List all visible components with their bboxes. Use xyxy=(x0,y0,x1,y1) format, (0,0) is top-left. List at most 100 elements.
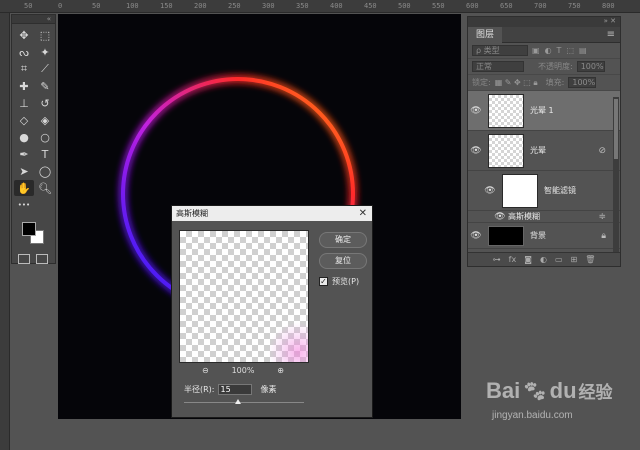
magic-wand-icon[interactable]: ✦ xyxy=(35,44,55,60)
radius-slider-knob[interactable] xyxy=(235,399,241,404)
preview-glow xyxy=(268,322,308,362)
marquee-icon[interactable]: ⬚ xyxy=(35,27,55,43)
move-icon[interactable]: ✥ xyxy=(14,27,34,43)
layer-row-glow-1[interactable]: 👁︎ 光晕 1 xyxy=(468,91,620,131)
type-filter-icon[interactable]: T xyxy=(557,46,562,55)
ellipse-icon[interactable]: ◯ xyxy=(35,163,55,179)
shape-filter-icon[interactable]: ⬚ xyxy=(566,46,574,55)
radius-slider[interactable] xyxy=(184,399,304,404)
baidu-watermark: Bai 🐾︎ du 经验 jingyan.baidu.com xyxy=(486,378,616,440)
delete-layer-icon[interactable]: 🗑︎ xyxy=(585,255,595,264)
new-layer-icon[interactable]: ⊞ xyxy=(571,255,578,264)
ruler-tick: 150 xyxy=(160,2,173,10)
hand-icon[interactable]: ✋ xyxy=(14,180,34,196)
eraser-icon[interactable]: ◇ xyxy=(14,112,34,128)
blur-preview[interactable] xyxy=(179,230,309,363)
blur-icon[interactable]: ● xyxy=(14,129,34,145)
filter-options-icon[interactable]: ≑ xyxy=(598,212,606,222)
fx-icon[interactable]: fx xyxy=(509,255,517,264)
lock-label: 锁定: xyxy=(472,78,491,87)
opacity-input[interactable]: 100% xyxy=(576,61,605,72)
ruler-tick: 550 xyxy=(432,2,445,10)
adjustment-filter-icon[interactable]: ◐ xyxy=(545,46,552,55)
path-selection-icon[interactable]: ➤ xyxy=(14,163,34,179)
toolbox-header[interactable]: « xyxy=(12,15,55,24)
history-brush-icon[interactable]: ↺ xyxy=(35,95,55,111)
ruler-tick: 50 xyxy=(24,2,33,10)
opacity-label: 不透明度: xyxy=(538,62,573,71)
add-mask-icon[interactable]: ◙ xyxy=(524,255,532,264)
kind-filter-label: 类型 xyxy=(483,46,500,55)
brush-icon[interactable]: ✎ xyxy=(35,78,55,94)
zoom-in-icon[interactable]: ⊕ xyxy=(277,366,284,375)
fill-input[interactable]: 100% xyxy=(568,77,597,88)
panel-menu-icon[interactable]: ≡ xyxy=(607,29,615,40)
dialog-title-bar[interactable]: 高斯模糊 ✕ xyxy=(172,206,372,221)
visibility-eye-icon[interactable]: 👁︎ xyxy=(492,212,508,222)
zoom-out-icon[interactable]: ⊖ xyxy=(202,366,209,375)
quick-mask-icon[interactable] xyxy=(18,254,30,264)
ruler-tick: 700 xyxy=(534,2,547,10)
pen-icon[interactable]: ✒ xyxy=(14,146,34,162)
lasso-icon[interactable]: ᔓ xyxy=(14,44,34,60)
ruler-tick: 0 xyxy=(58,2,63,10)
layer-row-smart-filters[interactable]: 👁︎ 智能滤镜 xyxy=(468,171,620,211)
color-swatches xyxy=(18,220,55,250)
more-tools-icon[interactable]: ••• xyxy=(14,197,34,213)
layer-name: 背景 xyxy=(530,231,546,240)
visibility-eye-icon[interactable]: 👁︎ xyxy=(468,146,484,156)
link-layers-icon[interactable]: ⊶ xyxy=(493,255,501,264)
filter-icons: ▣ ◐ T ⬚ ▤ xyxy=(532,46,587,55)
zoom-icon[interactable]: 🔍︎ xyxy=(35,180,55,196)
tab-layers[interactable]: 图层 xyxy=(468,26,503,43)
screen-mode-icon[interactable] xyxy=(36,254,48,264)
crop-icon[interactable]: ⌗ xyxy=(14,61,34,77)
adjustment-layer-icon[interactable]: ◐ xyxy=(540,255,547,264)
dodge-icon[interactable]: ○ xyxy=(35,129,55,145)
pixel-filter-icon[interactable]: ▣ xyxy=(532,46,540,55)
new-group-icon[interactable]: ▭ xyxy=(555,255,563,264)
zoom-controls: ⊖ 100% ⊕ xyxy=(202,366,284,375)
layer-row-glow[interactable]: 👁︎ 光晕 ⊘ xyxy=(468,131,620,171)
layer-name: 光晕 xyxy=(530,146,546,155)
layers-scrollbar[interactable] xyxy=(613,97,619,252)
visibility-eye-icon[interactable]: 👁︎ xyxy=(468,106,484,116)
lock-icons[interactable]: ▦ ✎ ✥ ⬚ 🔒︎ xyxy=(495,78,538,88)
clone-stamp-icon[interactable]: ⊥ xyxy=(14,95,34,111)
watermark-url: jingyan.baidu.com xyxy=(492,410,573,421)
visibility-eye-icon[interactable]: 👁︎ xyxy=(482,186,498,196)
layer-thumbnail xyxy=(488,133,524,168)
paint-bucket-icon[interactable]: ◈ xyxy=(35,112,55,128)
close-icon[interactable]: ✕ xyxy=(359,206,367,221)
logo-text-2: du xyxy=(549,378,577,403)
ruler-tick: 450 xyxy=(364,2,377,10)
radius-input[interactable]: 15 xyxy=(217,384,252,395)
layers-panel-footer: ⊶ fx ◙ ◐ ▭ ⊞ 🗑︎ xyxy=(468,252,620,266)
layer-row-background[interactable]: 👁︎ 背景 🔒︎ xyxy=(468,223,620,249)
visibility-eye-icon[interactable]: 👁︎ xyxy=(468,231,484,241)
healing-brush-icon[interactable]: ✚ xyxy=(14,78,34,94)
ok-button[interactable]: 确定 xyxy=(319,232,367,248)
toolbox: « ✥ ⬚ ᔓ ✦ ⌗ ⟋ ✚ ✎ ⊥ ↺ ◇ ◈ ● ○ ✒ T ➤ ◯ ✋ 🔍︎ ••• xyxy=(11,14,56,264)
dialog-title: 高斯模糊 xyxy=(176,209,208,218)
gaussian-blur-dialog: 高斯模糊 ✕ 确定 复位 ✓ 预览(P) ⊖ 100% ⊕ 半径(R): 15 … xyxy=(171,205,373,418)
kind-filter-select[interactable]: ρ 类型 xyxy=(472,45,528,56)
eyedropper-icon[interactable]: ⟋ xyxy=(35,61,55,77)
tool-grid: ✥ ⬚ ᔓ ✦ ⌗ ⟋ ✚ ✎ ⊥ ↺ ◇ ◈ ● ○ ✒ T ➤ ◯ ✋ 🔍︎ ••• xyxy=(12,24,55,216)
preview-toggle[interactable]: ✓ 预览(P) xyxy=(319,276,359,287)
ruler-tick: 750 xyxy=(568,2,581,10)
foreground-color-swatch[interactable] xyxy=(22,222,36,236)
layer-name: 智能滤镜 xyxy=(544,186,576,195)
radius-unit: 像素 xyxy=(260,385,277,394)
smart-object-filter-icon[interactable]: ▤ xyxy=(579,46,587,55)
layer-row-gaussian-blur[interactable]: 👁︎ 高斯模糊 ≑ xyxy=(468,211,620,223)
type-icon[interactable]: T xyxy=(35,146,55,162)
left-ruler xyxy=(0,13,10,450)
preview-checkbox[interactable]: ✓ xyxy=(319,277,328,286)
panel-collapse-bar[interactable]: » ✕ xyxy=(468,17,620,27)
scrollbar-thumb[interactable] xyxy=(614,99,618,159)
blend-mode-select[interactable]: 正常 xyxy=(472,61,524,72)
preview-label: 预览(P) xyxy=(332,277,360,286)
panel-tabs: 图层 ≡ xyxy=(468,26,620,43)
reset-button[interactable]: 复位 xyxy=(319,253,367,269)
